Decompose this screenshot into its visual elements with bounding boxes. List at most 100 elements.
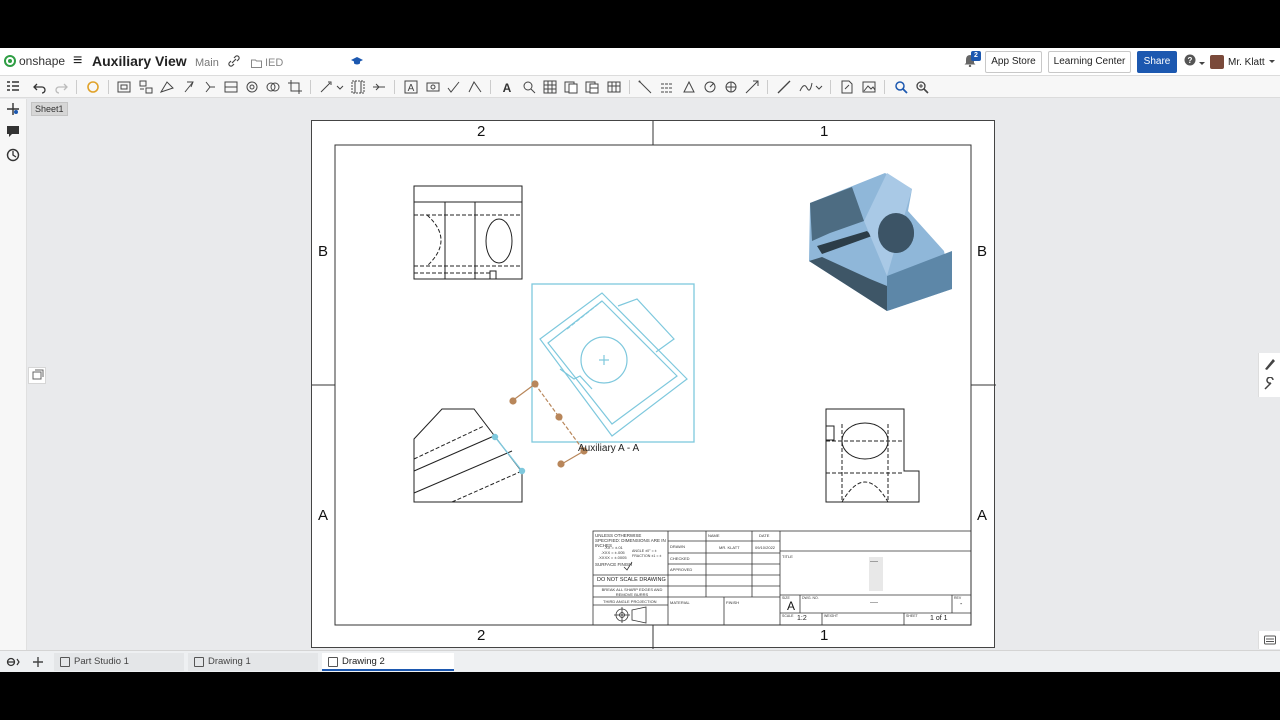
drawing-sheet[interactable]: 2 1 2 1 B A B A Auxiliary A - A UNLESS O…: [311, 120, 996, 649]
broken-out-section-icon[interactable]: [224, 80, 238, 94]
export-icon[interactable]: [840, 80, 854, 94]
centerline-icon[interactable]: [320, 80, 334, 94]
svg-text:?: ?: [1188, 56, 1193, 65]
front-view: [825, 408, 920, 503]
approved-label: APPROVED: [670, 567, 693, 572]
graduation-cap-icon[interactable]: [351, 56, 363, 66]
wrench-icon[interactable]: [1263, 377, 1277, 391]
sheet-tab[interactable]: Sheet1: [31, 102, 68, 116]
appearance-icon[interactable]: [1263, 357, 1277, 371]
keyboard-shortcuts-button[interactable]: [1258, 631, 1280, 649]
tab-drawing-2[interactable]: Drawing 2: [322, 653, 454, 671]
add-tab-icon[interactable]: [32, 656, 44, 668]
onshape-logo[interactable]: onshape: [4, 54, 65, 68]
crop-view-icon[interactable]: [288, 80, 302, 94]
auxiliary-view-icon[interactable]: [160, 80, 174, 94]
help-icon: ?: [1184, 54, 1196, 66]
detail-view-icon[interactable]: [245, 80, 259, 94]
refresh-icon[interactable]: [86, 80, 100, 94]
dwg-no-value: ----: [870, 600, 878, 606]
top-view: [413, 185, 523, 280]
projection-note: THIRD ANGLE PROJECTION: [603, 599, 657, 604]
revision-table-icon[interactable]: [607, 80, 621, 94]
chevron-down-icon[interactable]: [336, 80, 344, 94]
date-header: DATE: [759, 533, 770, 538]
linear-dimension-icon[interactable]: [638, 80, 652, 94]
folder-name: IED: [265, 57, 284, 69]
feature-list-icon[interactable]: [6, 80, 20, 94]
isometric-view: [809, 173, 952, 311]
notifications-button[interactable]: 2: [964, 51, 981, 72]
sketch-add-icon[interactable]: [6, 102, 20, 116]
app-window: onshape ≡ Auxiliary View Main IED 2 App …: [0, 48, 1280, 672]
do-not-scale-note: DO NOT SCALE DRAWING: [597, 577, 666, 583]
zone-label-top-right: 1: [820, 123, 829, 140]
history-icon[interactable]: [6, 148, 20, 162]
section-view-icon[interactable]: [182, 80, 196, 94]
branch-label[interactable]: Main: [195, 57, 219, 69]
text-icon[interactable]: A: [500, 80, 514, 94]
aligned-section-icon[interactable]: [203, 80, 217, 94]
weld-symbol-icon[interactable]: [468, 80, 482, 94]
note-icon[interactable]: A: [404, 80, 418, 94]
drawing-icon: [328, 657, 338, 667]
link-icon[interactable]: [228, 55, 240, 67]
tab-label: Drawing 1: [208, 656, 251, 667]
auxiliary-view-label[interactable]: Auxiliary A - A: [578, 443, 639, 454]
line-icon[interactable]: [777, 80, 791, 94]
side-view: [413, 408, 523, 503]
folder-breadcrumb[interactable]: IED: [251, 57, 283, 69]
document-title[interactable]: Auxiliary View: [92, 53, 187, 69]
angular-dimension-icon[interactable]: [682, 80, 696, 94]
folder-icon: [251, 59, 262, 68]
hatch-icon[interactable]: [351, 80, 365, 94]
insert-image-icon[interactable]: [862, 80, 876, 94]
tab-part-studio-1[interactable]: Part Studio 1: [54, 653, 184, 671]
zoom-fit-icon[interactable]: [894, 80, 908, 94]
chamfer-dimension-icon[interactable]: [745, 80, 759, 94]
geometric-tolerance-icon[interactable]: [372, 80, 386, 94]
user-menu[interactable]: Mr. Klatt: [1210, 55, 1275, 69]
radial-dimension-icon[interactable]: [703, 80, 717, 94]
drawn-label: DRAWN: [670, 544, 685, 549]
user-name: Mr. Klatt: [1228, 56, 1265, 68]
undo-icon[interactable]: [33, 80, 47, 94]
left-panel-rail: [0, 99, 27, 650]
drawing-toolbar: A A: [0, 76, 1280, 98]
surface-finish-label: SURFACE FINISH: [595, 562, 633, 567]
tab-manager-icon[interactable]: [6, 656, 20, 668]
bom-table-icon[interactable]: [564, 80, 578, 94]
spline-icon[interactable]: [799, 80, 813, 94]
comments-icon[interactable]: [6, 124, 20, 138]
surface-finish-icon[interactable]: [447, 80, 461, 94]
sheet-header: SHEET: [906, 614, 918, 618]
drawing-canvas[interactable]: [312, 121, 996, 649]
help-menu[interactable]: ?: [1184, 54, 1206, 69]
insert-view-icon[interactable]: [117, 80, 131, 94]
break-view-icon[interactable]: [266, 80, 280, 94]
callout-icon[interactable]: [426, 80, 440, 94]
menu-icon[interactable]: ≡: [73, 53, 82, 69]
table-icon[interactable]: [543, 80, 557, 94]
panel-toggle[interactable]: [28, 367, 46, 384]
app-store-button[interactable]: App Store: [985, 51, 1042, 73]
projected-view-icon[interactable]: [139, 80, 153, 94]
tab-bar: Part Studio 1 Drawing 1 Drawing 2: [0, 650, 1280, 672]
diameter-dimension-icon[interactable]: [724, 80, 738, 94]
avatar: [1210, 55, 1224, 69]
chevron-down-icon[interactable]: [815, 80, 823, 94]
inspection-symbol-icon[interactable]: [522, 80, 536, 94]
tab-label: Drawing 2: [342, 656, 385, 667]
title-header: TITLE: [782, 554, 793, 559]
learning-center-button[interactable]: Learning Center: [1048, 51, 1131, 73]
redo-icon[interactable]: [54, 80, 68, 94]
notification-count-badge: 2: [971, 51, 981, 61]
tab-drawing-1[interactable]: Drawing 1: [188, 653, 318, 671]
share-button[interactable]: Share: [1137, 51, 1177, 73]
material-label: MATERIAL: [670, 600, 690, 605]
zone-label-right-a: A: [977, 507, 988, 524]
drawn-date: 09/10/2022: [755, 545, 776, 550]
zoom-window-icon[interactable]: [915, 80, 929, 94]
baseline-dimension-icon[interactable]: [660, 80, 674, 94]
hole-table-icon[interactable]: [585, 80, 599, 94]
